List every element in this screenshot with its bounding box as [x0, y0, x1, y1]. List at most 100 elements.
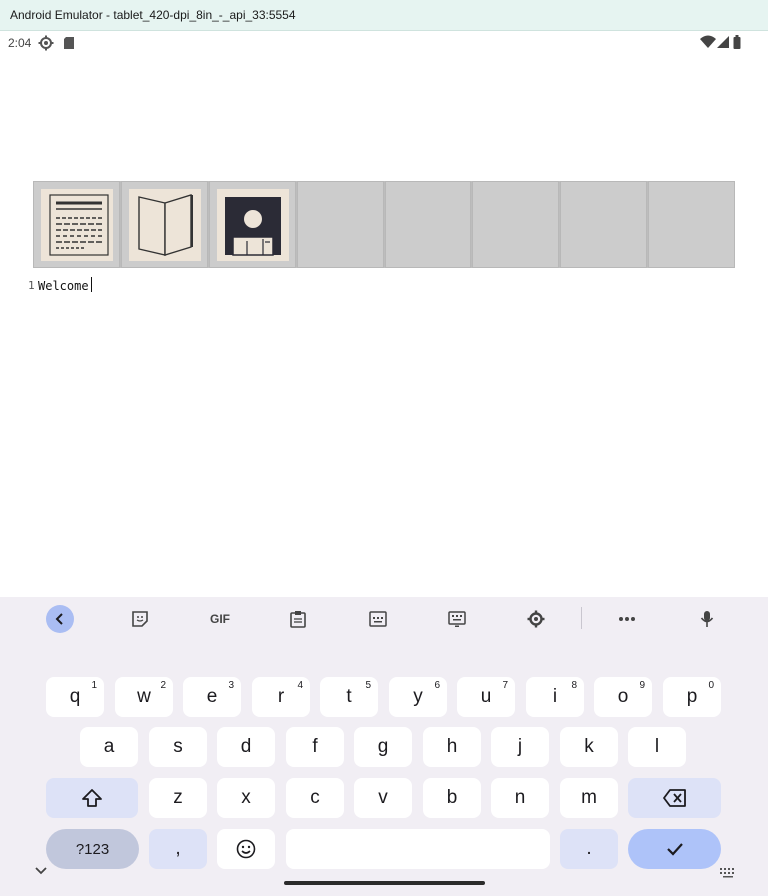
key-h[interactable]: h [423, 727, 481, 767]
key-label: n [514, 787, 526, 808]
key-g[interactable]: g [354, 727, 412, 767]
key-k[interactable]: k [560, 727, 618, 767]
key-label: m [581, 787, 597, 808]
key-x[interactable]: x [217, 778, 275, 818]
key-a[interactable]: a [80, 727, 138, 767]
app-toolbar [33, 181, 735, 268]
floating-keyboard-button[interactable] [364, 605, 392, 633]
key-f[interactable]: f [286, 727, 344, 767]
keyboard-switcher-icon[interactable] [720, 865, 736, 883]
cell-signal-icon [716, 35, 730, 54]
key-hint: 2 [160, 680, 166, 691]
key-label: b [446, 787, 458, 808]
status-bar: 2:04 [0, 31, 768, 55]
key-w[interactable]: w2 [115, 677, 173, 717]
sticker-button[interactable] [126, 605, 154, 633]
hide-keyboard-chevron-icon[interactable] [34, 863, 48, 881]
key-hint: 4 [297, 680, 303, 691]
key-s[interactable]: s [149, 727, 207, 767]
shift-arrow-icon [82, 789, 102, 807]
key-label: s [173, 736, 183, 757]
key-t[interactable]: t5 [320, 677, 378, 717]
key-label: r [277, 686, 285, 707]
floppy-disk-save-icon [224, 197, 281, 256]
key-label: h [446, 736, 458, 757]
empty-tool-slot[interactable] [648, 181, 735, 268]
empty-tool-slot[interactable] [296, 181, 384, 268]
key-label: d [240, 736, 252, 757]
new-document-button[interactable] [33, 181, 120, 268]
empty-tool-slot[interactable] [560, 181, 648, 268]
voice-input-button[interactable] [693, 605, 721, 633]
key-r[interactable]: r4 [252, 677, 310, 717]
key-hint: 6 [434, 680, 440, 691]
comma-key[interactable]: , [149, 829, 207, 869]
editor-line-text[interactable]: Welcome [38, 279, 89, 293]
keyboard-settings-button[interactable] [522, 605, 550, 633]
key-label: i [552, 686, 558, 707]
key-m[interactable]: m [560, 778, 618, 818]
emoji-key[interactable] [217, 829, 275, 869]
key-n[interactable]: n [491, 778, 549, 818]
keyboard-back-button[interactable] [46, 605, 74, 633]
more-icon [619, 617, 635, 621]
settings-gear-status-icon [38, 35, 54, 56]
key-label: k [584, 736, 594, 757]
key-b[interactable]: b [423, 778, 481, 818]
back-chevron-icon [55, 613, 63, 625]
key-j[interactable]: j [491, 727, 549, 767]
key-label: f [312, 736, 318, 757]
key-hint: 5 [365, 680, 371, 691]
key-y[interactable]: y6 [389, 677, 447, 717]
key-z[interactable]: z [149, 778, 207, 818]
open-book-icon [138, 194, 193, 256]
backspace-key[interactable] [628, 778, 721, 818]
key-label: v [378, 787, 388, 808]
text-editor[interactable]: 1 Welcome [0, 275, 768, 299]
key-label: o [617, 686, 629, 707]
key-label: , [175, 838, 181, 859]
key-label: ?123 [75, 840, 110, 858]
symbols-key[interactable]: ?123 [46, 829, 139, 869]
clipboard-icon [290, 611, 306, 628]
gif-label: GIF [210, 612, 230, 626]
key-label: a [103, 736, 115, 757]
key-hint: 9 [639, 680, 645, 691]
toolbar-divider [581, 607, 582, 629]
shift-key[interactable] [46, 778, 138, 818]
key-u[interactable]: u7 [457, 677, 515, 717]
save-file-button[interactable] [208, 181, 296, 268]
key-d[interactable]: d [217, 727, 275, 767]
empty-tool-slot[interactable] [384, 181, 472, 268]
more-options-button[interactable] [613, 605, 641, 633]
key-e[interactable]: e3 [183, 677, 241, 717]
gif-button[interactable]: GIF [204, 605, 236, 633]
enter-key[interactable] [628, 829, 721, 869]
key-c[interactable]: c [286, 778, 344, 818]
window-title: Android Emulator - tablet_420-dpi_8in_-_… [10, 8, 296, 22]
key-l[interactable]: l [628, 727, 686, 767]
key-label: c [310, 787, 320, 808]
wifi-icon [700, 35, 716, 54]
period-key[interactable]: . [560, 829, 618, 869]
smiley-emoji-icon [236, 839, 256, 859]
keyboard-layout-button[interactable] [443, 605, 471, 633]
device-screen: 2:04 1 Welcome GIF q 1 w 2 e 3 r 4 t 5 y… [0, 31, 768, 896]
key-v[interactable]: v [354, 778, 412, 818]
open-file-button[interactable] [120, 181, 208, 268]
sd-card-icon [62, 35, 76, 56]
status-time: 2:04 [8, 36, 32, 50]
key-label: x [241, 787, 251, 808]
key-p[interactable]: p0 [663, 677, 721, 717]
clipboard-button[interactable] [284, 605, 312, 633]
key-o[interactable]: o9 [594, 677, 652, 717]
empty-tool-slot[interactable] [472, 181, 560, 268]
key-i[interactable]: i8 [526, 677, 584, 717]
space-bar[interactable] [286, 829, 550, 869]
key-label: p [686, 686, 698, 707]
keyboard-toolbar: GIF [0, 597, 768, 641]
gear-icon [527, 610, 545, 628]
key-q[interactable]: q1 [46, 677, 104, 717]
key-label: . [586, 838, 592, 859]
gesture-nav-handle[interactable] [284, 881, 485, 885]
